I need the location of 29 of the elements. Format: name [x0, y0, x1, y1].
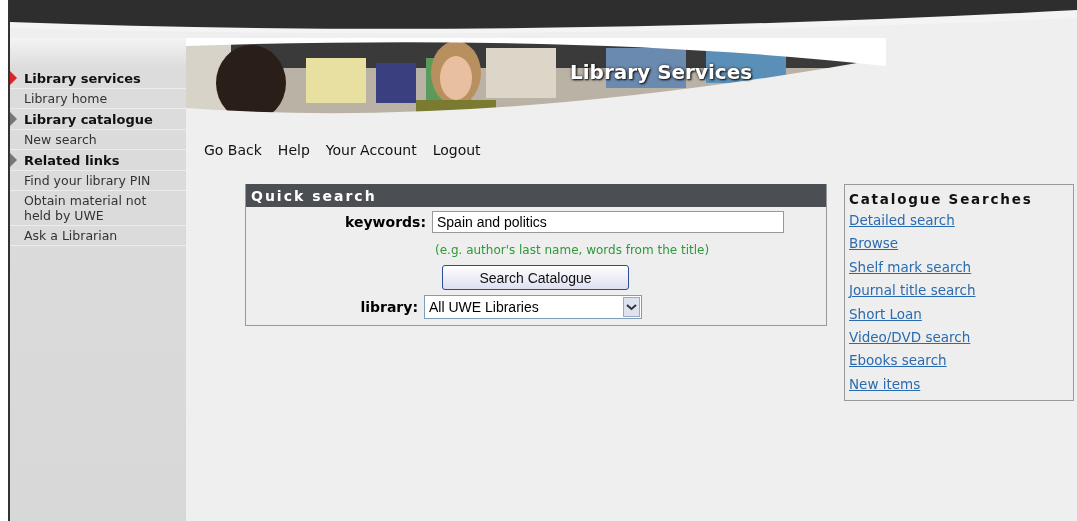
- library-dropdown[interactable]: All UWE Libraries: [424, 295, 642, 319]
- hint-text: (e.g. author's last name, words from the title): [435, 243, 711, 257]
- nav-link[interactable]: Your Account: [325, 142, 417, 172]
- search-button[interactable]: Search Catalogue: [442, 265, 629, 290]
- search-link[interactable]: Ebooks search: [849, 349, 947, 373]
- chevron-down-icon: [623, 297, 640, 317]
- search-link[interactable]: Detailed search: [849, 209, 955, 233]
- banner-title: Library Services: [570, 60, 753, 84]
- field-label: library:: [359, 299, 419, 315]
- search-link[interactable]: New items: [849, 372, 921, 397]
- nav-link[interactable]: Go Back: [204, 142, 262, 172]
- field-label: keywords:: [344, 214, 427, 230]
- sidebar-link[interactable]: Find your library PIN: [10, 171, 186, 191]
- search-link[interactable]: Video/DVD search: [849, 326, 971, 350]
- search-link[interactable]: Browse: [849, 232, 899, 256]
- sidebar-link[interactable]: New search: [10, 130, 186, 150]
- search-link[interactable]: Journal title search: [849, 279, 976, 303]
- sidebar-heading: Library services: [24, 71, 141, 86]
- sidebar-link[interactable]: Obtain material not held by UWE: [10, 191, 186, 226]
- search-link[interactable]: Shelf mark search: [849, 255, 972, 280]
- search-link[interactable]: Short Loan: [849, 302, 922, 327]
- panel-title: Quick search: [246, 184, 826, 207]
- sidebar-link[interactable]: Ask a Librarian: [10, 226, 186, 246]
- keywords-field[interactable]: Spain and politics: [432, 211, 784, 233]
- nav-link[interactable]: Logout: [432, 142, 481, 172]
- panel-title: Catalogue Searches: [849, 191, 1034, 207]
- sidebar-heading: Related links: [24, 153, 120, 168]
- sidebar-heading: Library catalogue: [24, 112, 153, 127]
- nav-link[interactable]: Help: [277, 142, 310, 172]
